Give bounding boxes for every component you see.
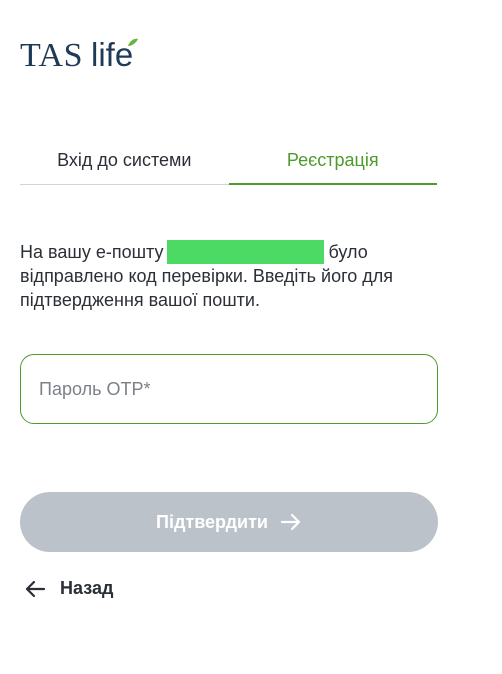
message-before-email: На вашу е-пошту [20,242,164,262]
arrow-right-icon [280,513,301,531]
tab-registration[interactable]: Реєстрація [228,140,438,185]
confirm-button-label: Підтвердити [156,511,268,532]
auth-tabs: Вхід до системи Реєстрація [20,140,437,185]
tab-registration-label: Реєстрація [286,149,379,170]
leaf-icon [128,38,139,46]
verification-message: На вашу е-пошту було відправлено код пере… [20,240,440,312]
arrow-left-icon [25,580,46,597]
otp-input[interactable] [21,355,437,423]
tas-life-logo: TAS life [20,36,139,75]
tab-login-label: Вхід до системи [57,149,192,170]
otp-verification-page: TAS life Вхід до системи Реєстрація На в… [0,0,502,674]
logo-primary: TAS [20,37,84,74]
redacted-email [167,240,325,264]
otp-field [20,354,438,424]
tab-login[interactable]: Вхід до системи [20,140,229,184]
confirm-button[interactable]: Підтвердити [20,492,438,552]
back-link[interactable]: Назад [24,578,113,599]
back-link-label: Назад [60,578,114,598]
logo-secondary: life [91,36,139,74]
